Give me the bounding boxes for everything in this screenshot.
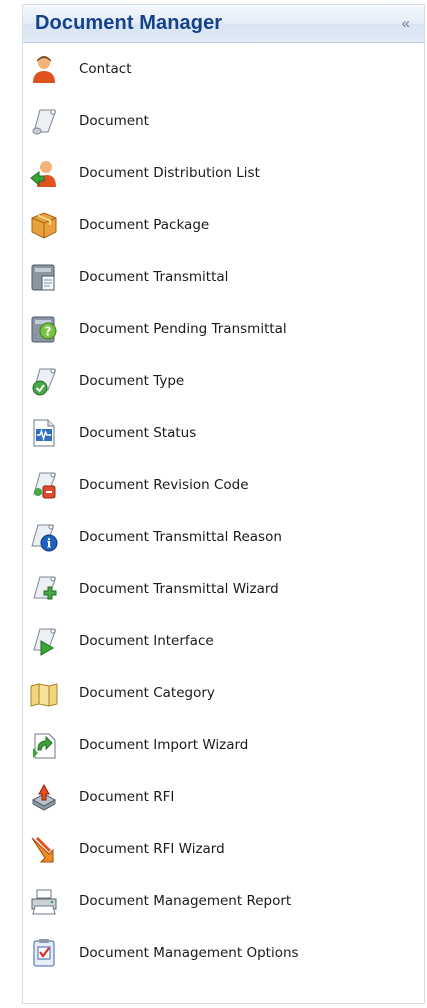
nav-item-label: Document Package: [79, 217, 210, 233]
nav-item-label: Document: [79, 113, 149, 129]
nav-item-label: Document RFI: [79, 789, 175, 805]
nav-item-document-category[interactable]: Document Category: [23, 667, 424, 719]
nav-item-label: Document Interface: [79, 633, 214, 649]
pending-transmittal-icon: ?: [29, 314, 59, 344]
nav-item-document-rfi[interactable]: Document RFI: [23, 771, 424, 823]
nav-item-document-package[interactable]: Document Package: [23, 199, 424, 251]
document-scroll-icon: [29, 106, 59, 136]
panel-title: Document Manager: [35, 12, 223, 34]
document-type-icon: [29, 366, 59, 396]
nav-item-document-transmittal-reason[interactable]: i Document Transmittal Reason: [23, 511, 424, 563]
nav-item-document-management-options[interactable]: Document Management Options: [23, 927, 424, 979]
nav-item-label: Document Type: [79, 373, 185, 389]
package-icon: [29, 210, 59, 240]
rfi-wizard-icon: [29, 834, 59, 864]
rfi-icon: [29, 782, 59, 812]
nav-item-document-rfi-wizard[interactable]: Document RFI Wizard: [23, 823, 424, 875]
document-status-icon: [29, 418, 59, 448]
nav-item-label: Document Distribution List: [79, 165, 260, 181]
nav-item-document[interactable]: Document: [23, 95, 424, 147]
options-checklist-icon: [29, 938, 59, 968]
collapse-panel-button[interactable]: «: [398, 13, 414, 34]
nav-item-label: Document Transmittal Wizard: [79, 581, 279, 597]
contact-icon: [29, 54, 59, 84]
nav-item-label: Document Management Options: [79, 945, 299, 961]
nav-item-label: Document Revision Code: [79, 477, 249, 493]
svg-text:i: i: [47, 537, 52, 551]
printer-icon: [29, 886, 59, 916]
nav-item-document-type[interactable]: Document Type: [23, 355, 424, 407]
nav-item-contact[interactable]: Contact: [23, 43, 424, 95]
nav-item-label: Document Management Report: [79, 893, 292, 909]
transmittal-icon: [29, 262, 59, 292]
nav-item-document-distribution-list[interactable]: Document Distribution List: [23, 147, 424, 199]
nav-item-document-transmittal-wizard[interactable]: Document Transmittal Wizard: [23, 563, 424, 615]
nav-item-document-status[interactable]: Document Status: [23, 407, 424, 459]
nav-item-label: Document Transmittal: [79, 269, 229, 285]
nav-item-document-transmittal[interactable]: Document Transmittal: [23, 251, 424, 303]
revision-code-icon: [29, 470, 59, 500]
document-interface-icon: [29, 626, 59, 656]
nav-item-label: Document Category: [79, 685, 215, 701]
navigation-list: Contact Document Document Distribution L…: [23, 43, 424, 979]
transmittal-wizard-icon: [29, 574, 59, 604]
nav-item-label: Document Pending Transmittal: [79, 321, 287, 337]
nav-item-document-import-wizard[interactable]: Document Import Wizard: [23, 719, 424, 771]
transmittal-reason-icon: i: [29, 522, 59, 552]
svg-text:?: ?: [45, 325, 52, 339]
nav-item-label: Document Import Wizard: [79, 737, 249, 753]
nav-item-label: Document RFI Wizard: [79, 841, 225, 857]
category-icon: [29, 678, 59, 708]
distribution-list-icon: [29, 158, 59, 188]
nav-item-label: Document Status: [79, 425, 197, 441]
nav-item-document-management-report[interactable]: Document Management Report: [23, 875, 424, 927]
nav-item-document-interface[interactable]: Document Interface: [23, 615, 424, 667]
nav-item-document-revision-code[interactable]: Document Revision Code: [23, 459, 424, 511]
nav-item-label: Document Transmittal Reason: [79, 529, 282, 545]
panel-header: Document Manager «: [23, 5, 424, 43]
document-manager-panel: Document Manager « Contact Document Docu…: [22, 4, 425, 1004]
import-wizard-icon: [29, 730, 59, 760]
nav-item-document-pending-transmittal[interactable]: ? Document Pending Transmittal: [23, 303, 424, 355]
nav-item-label: Contact: [79, 61, 132, 77]
